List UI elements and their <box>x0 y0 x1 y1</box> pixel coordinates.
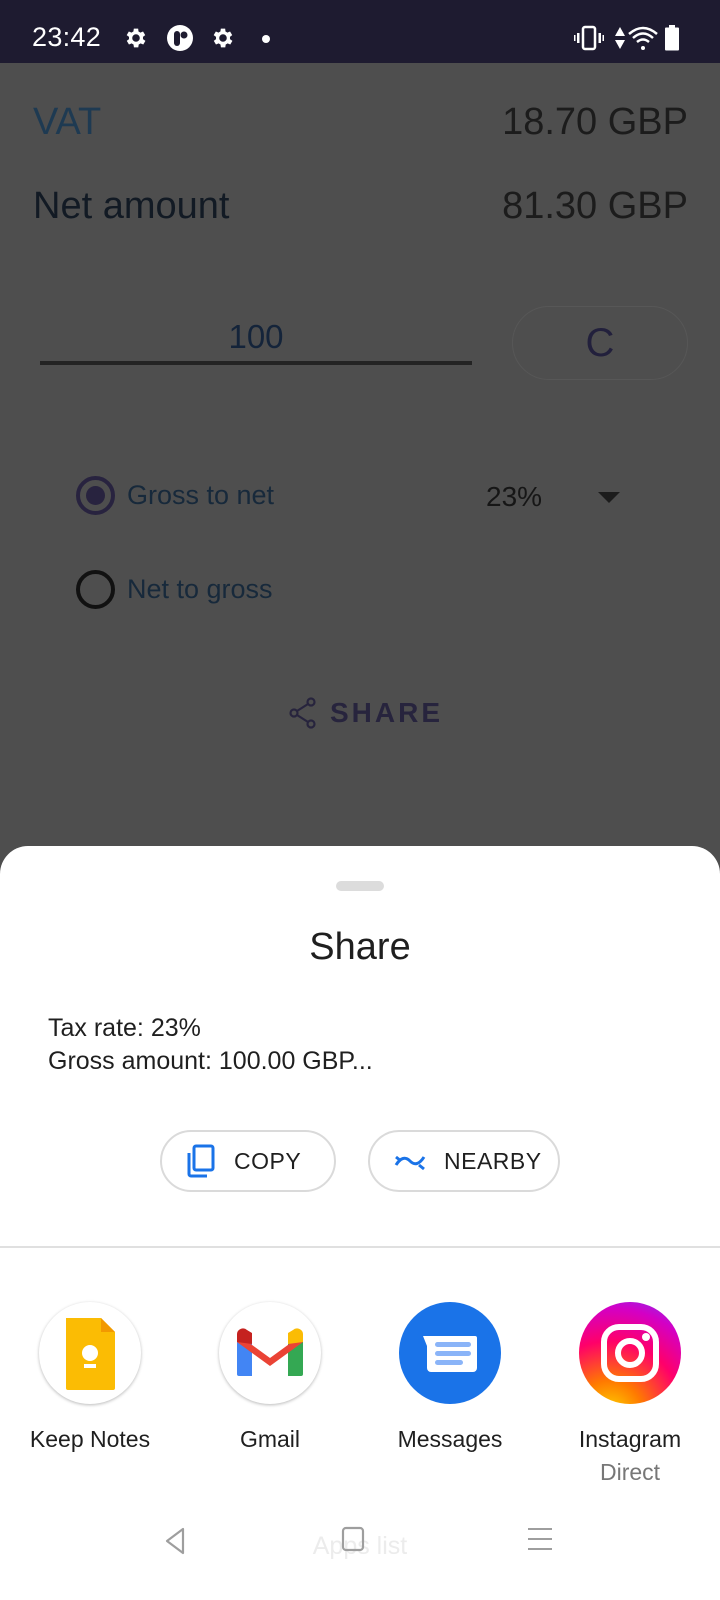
share-target-keep-notes[interactable]: Keep Notes <box>5 1302 175 1453</box>
instagram-icon <box>579 1302 681 1404</box>
radio-net-to-gross[interactable]: Net to gross <box>76 569 273 609</box>
settings-icon <box>126 28 146 48</box>
vat-label: VAT <box>33 101 102 143</box>
app-p-icon <box>167 25 193 51</box>
navigation-bar: Apps list <box>0 1500 720 1600</box>
wifi-icon <box>628 26 658 50</box>
net-amount-label: Net amount <box>33 185 230 227</box>
nearby-share-icon <box>394 1155 426 1171</box>
divider <box>0 1246 720 1248</box>
radio-unchecked-icon[interactable] <box>76 569 115 609</box>
vibrate-icon <box>574 25 604 51</box>
copy-icon <box>187 1144 215 1178</box>
share-target-messages[interactable]: Messages <box>365 1302 535 1453</box>
target-label: Messages <box>397 1426 503 1452</box>
nearby-label: NEARBY <box>444 1147 542 1174</box>
tax-rate-value: 23% <box>486 481 543 512</box>
share-icon <box>289 697 316 729</box>
net-amount-value: 81.30 GBP <box>502 185 688 227</box>
preview-line: Tax rate: 23% <box>48 1014 201 1042</box>
share-sheet: Share Tax rate: 23% Gross amount: 100.00… <box>0 846 720 1600</box>
target-sublabel: Direct <box>599 1459 661 1485</box>
status-bar: 23:42 <box>0 0 720 63</box>
radio-checked-icon[interactable] <box>76 475 115 515</box>
tax-rate-dropdown[interactable]: 23% <box>486 477 626 517</box>
keep-notes-icon <box>39 1302 141 1404</box>
dropdown-arrow-icon <box>598 491 620 503</box>
share-button[interactable]: SHARE <box>288 691 443 735</box>
copy-label: COPY <box>234 1147 302 1174</box>
amount-input[interactable] <box>40 313 472 365</box>
sheet-title: Share <box>309 926 411 968</box>
radio-gross-to-net[interactable]: Gross to net <box>76 475 274 515</box>
drag-handle[interactable] <box>336 881 384 891</box>
menu-icon[interactable] <box>527 1526 553 1552</box>
radio-label: Net to gross <box>127 573 273 604</box>
notification-dot-icon <box>262 35 270 43</box>
gmail-icon <box>219 1302 321 1404</box>
target-label: Gmail <box>239 1426 301 1452</box>
radio-label: Gross to net <box>127 479 275 510</box>
share-button-label: SHARE <box>330 697 444 728</box>
share-preview-text: Tax rate: 23% Gross amount: 100.00 GBP..… <box>48 1012 373 1078</box>
back-icon[interactable] <box>163 1526 187 1556</box>
battery-icon <box>665 25 679 51</box>
preview-line: Gross amount: 100.00 GBP... <box>48 1047 373 1075</box>
messages-icon <box>399 1302 501 1404</box>
nearby-button[interactable]: NEARBY <box>368 1130 560 1192</box>
copy-button[interactable]: COPY <box>160 1130 336 1192</box>
target-label: Instagram <box>578 1426 682 1452</box>
clear-button[interactable]: C <box>512 306 688 380</box>
status-time: 23:42 <box>32 22 102 52</box>
share-target-gmail[interactable]: Gmail <box>185 1302 355 1453</box>
vat-calculator-screen: VAT 18.70 GBP Net amount 81.30 GBP C Gro… <box>0 63 720 853</box>
settings-icon <box>213 28 233 48</box>
home-icon[interactable] <box>341 1526 365 1552</box>
share-target-instagram-direct[interactable]: Instagram Direct <box>545 1302 715 1486</box>
vat-value: 18.70 GBP <box>502 101 688 143</box>
target-label: Keep Notes <box>29 1426 151 1452</box>
data-arrows-icon <box>615 27 625 49</box>
